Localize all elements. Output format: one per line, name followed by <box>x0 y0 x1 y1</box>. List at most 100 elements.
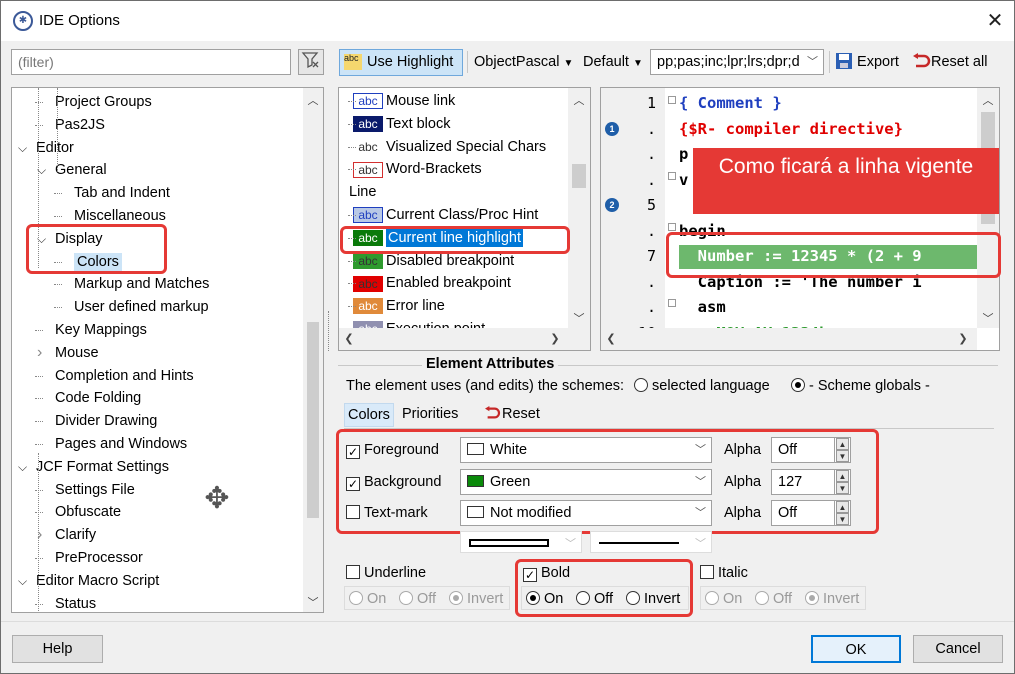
ok-button[interactable]: OK <box>811 635 901 663</box>
italic-off-radio[interactable]: Off <box>755 589 792 609</box>
underline-on-radio[interactable]: On <box>349 589 386 609</box>
element-list-scroll-thumb[interactable] <box>572 164 586 188</box>
underline-invert-radio[interactable]: Invert <box>449 589 503 609</box>
chevron-down-icon[interactable]: ⌵ <box>18 456 27 478</box>
export-button[interactable]: Export <box>835 49 899 75</box>
line-number: 7 <box>646 247 656 265</box>
element-list-vscroll[interactable]: ︿ ﹀ <box>568 88 590 328</box>
scroll-down-icon[interactable]: ﹀ <box>980 310 996 326</box>
element-list-hscroll[interactable]: ❮ ❯ <box>339 328 590 350</box>
scroll-down-icon[interactable]: ﹀ <box>571 310 587 326</box>
tree-item-tab-and-indent[interactable]: Tab and Indent <box>74 182 170 204</box>
tree-item-pas2js[interactable]: Pas2JS <box>55 114 105 136</box>
tree-scrollbar[interactable]: ︿ ﹀ <box>303 88 323 612</box>
tree-item-jcf-format-settings[interactable]: JCF Format Settings <box>36 456 169 478</box>
code-hscroll[interactable]: ❮ ❯ <box>601 328 977 350</box>
tree-item-divider-drawing[interactable]: Divider Drawing <box>55 410 157 432</box>
scroll-up-icon[interactable]: ︿ <box>571 92 587 108</box>
scheme-selected-language-radio[interactable]: selected language <box>634 376 770 396</box>
tree-item-key-mappings[interactable]: Key Mappings <box>55 319 147 341</box>
radio-checked-icon <box>791 378 805 392</box>
scroll-right-icon[interactable]: ❯ <box>547 332 563 345</box>
scroll-left-icon[interactable]: ❮ <box>341 332 357 345</box>
element-item-error-line[interactable]: abc Error line <box>348 295 445 317</box>
tree-item-mouse[interactable]: Mouse <box>55 342 99 364</box>
chevron-down-icon[interactable]: ⌵ <box>18 137 27 159</box>
scroll-right-icon[interactable]: ❯ <box>955 332 971 345</box>
element-item-line[interactable]: Line <box>349 181 376 203</box>
tree-item-status[interactable]: Status <box>55 593 96 612</box>
clear-filter-icon[interactable] <box>298 49 324 75</box>
options-tree[interactable]: Project Groups Pas2JS ⌵ Editor ⌵ General Tab a… <box>11 87 324 613</box>
frame-edges-combo[interactable]: ﹀ <box>460 531 582 553</box>
tree-item-pages-and-windows[interactable]: Pages and Windows <box>55 433 187 455</box>
italic-invert-radio[interactable]: Invert <box>805 589 859 609</box>
element-item-current-class-proc-hint[interactable]: abc Current Class/Proc Hint <box>348 204 538 226</box>
chevron-down-icon[interactable]: ⌵ <box>18 570 27 592</box>
splitter-grip[interactable] <box>328 311 330 351</box>
scheme-dropdown[interactable]: Default ▼ <box>583 49 643 75</box>
tree-item-clarify[interactable]: Clarify <box>55 524 96 546</box>
element-item-label: Line <box>349 184 377 201</box>
annotation-box-colors <box>336 429 879 534</box>
close-icon[interactable]: ✕ <box>981 7 1009 35</box>
tree-item-obfuscate[interactable]: Obfuscate <box>55 501 121 523</box>
code-line: v <box>679 170 689 189</box>
fold-marker-icon[interactable] <box>668 172 676 180</box>
scheme-globals-radio[interactable]: - Scheme globals - <box>791 376 930 396</box>
file-extensions-combo[interactable]: pp;pas;inc;lpr;lrs;dpr;d ﹀ <box>650 49 824 75</box>
element-item-text-block[interactable]: abc Text block <box>348 113 450 135</box>
italic-on-radio[interactable]: On <box>705 589 742 609</box>
italic-checkbox[interactable]: Italic <box>700 563 748 583</box>
underline-checkbox[interactable]: Underline <box>346 563 426 583</box>
fold-marker-icon[interactable] <box>668 96 676 104</box>
element-attributes-title: Element Attributes <box>422 356 559 372</box>
tree-item-project-groups[interactable]: Project Groups <box>55 91 152 113</box>
tree-connector <box>348 306 356 308</box>
scroll-up-icon[interactable]: ︿ <box>980 92 996 108</box>
line-number: . <box>646 298 656 316</box>
use-highlight-button[interactable]: abc Use Highlight <box>339 49 463 76</box>
tree-connector <box>35 512 43 514</box>
underline-off-radio[interactable]: Off <box>399 589 436 609</box>
code-preview[interactable]: 1...5.7..10{ Comment }{$R- compiler dire… <box>600 87 1000 351</box>
fold-marker-icon[interactable] <box>668 223 676 231</box>
scroll-up-icon[interactable]: ︿ <box>305 92 321 108</box>
reset-all-button[interactable]: Reset all <box>911 49 987 75</box>
element-item-word-brackets[interactable]: abc Word-Brackets <box>348 158 482 180</box>
tree-item-general[interactable]: General <box>55 159 107 181</box>
filter-input[interactable]: (filter) <box>11 49 291 75</box>
tab-priorities[interactable]: Priorities <box>399 403 461 427</box>
tree-connector <box>35 558 43 559</box>
scroll-left-icon[interactable]: ❮ <box>603 332 619 345</box>
tree-connector <box>54 216 62 217</box>
fold-marker-icon[interactable] <box>668 299 676 307</box>
element-item-enabled-breakpoint[interactable]: abc Enabled breakpoint <box>348 272 511 294</box>
tree-item-user-defined-markup[interactable]: User defined markup <box>74 296 209 318</box>
element-item-mouse-link[interactable]: abc Mouse link <box>348 90 456 112</box>
tree-scroll-thumb[interactable] <box>307 322 319 518</box>
frame-style-preview <box>599 542 679 544</box>
language-dropdown[interactable]: ObjectPascal ▼ <box>474 49 573 75</box>
element-item-visualized-special-chars[interactable]: abc Visualized Special Chars <box>348 136 546 158</box>
line-number: 1 <box>646 94 656 112</box>
cancel-button[interactable]: Cancel <box>913 635 1003 663</box>
element-item-label: Mouse link <box>386 93 456 109</box>
tree-item-code-folding[interactable]: Code Folding <box>55 387 141 409</box>
reset-button[interactable]: Reset <box>479 403 543 427</box>
tree-item-editor[interactable]: Editor <box>36 137 74 159</box>
tree-item-preprocessor[interactable]: PreProcessor <box>55 547 143 569</box>
tree-item-completion-and-hints[interactable]: Completion and Hints <box>55 365 194 387</box>
line-number: . <box>646 145 656 163</box>
tree-connector <box>35 102 43 103</box>
scroll-down-icon[interactable]: ﹀ <box>305 594 321 610</box>
tree-item-markup-and-matches[interactable]: Markup and Matches <box>74 273 209 295</box>
help-button[interactable]: Help <box>12 635 103 663</box>
tree-item-settings-file[interactable]: Settings File <box>55 479 135 501</box>
tree-item-editor-macro-script[interactable]: Editor Macro Script <box>36 570 159 592</box>
element-list[interactable]: abc Mouse link abc Text block abc Visualized … <box>338 87 591 351</box>
frame-style-combo[interactable]: ﹀ <box>590 531 712 553</box>
chevron-right-icon[interactable]: › <box>37 342 42 364</box>
undo-icon <box>913 53 931 68</box>
tab-colors[interactable]: Colors <box>344 403 394 427</box>
